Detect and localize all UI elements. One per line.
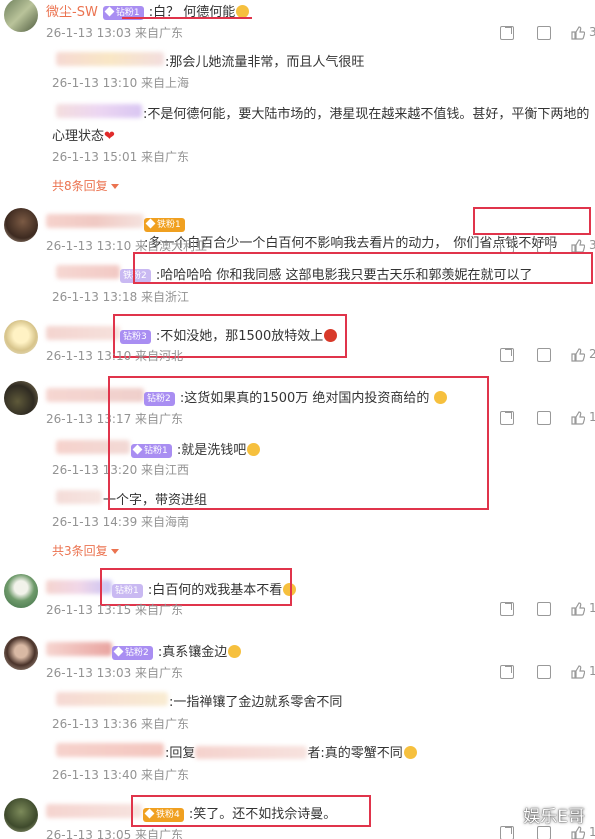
share-icon[interactable] [500, 348, 514, 362]
annotation-underline [122, 17, 252, 19]
comment-actions: 23 [500, 346, 595, 364]
fan-badge: 铁粉1 [144, 218, 185, 232]
username-blurred [56, 743, 164, 757]
username-blurred [46, 804, 142, 818]
annotation-box [133, 252, 593, 284]
like-count: 13 [589, 410, 595, 424]
reply-text: :那会儿她流量非常，而且人气很旺 [165, 55, 365, 70]
reply-meta: 26-1-13 13:36 来自广东 [52, 717, 190, 731]
iron-fan-icon [145, 218, 156, 229]
chevron-down-icon [110, 549, 119, 554]
like-count: 23 [589, 347, 595, 361]
comment-header: 钻粉2 :真系镶金边 [112, 641, 242, 660]
reply-icon[interactable] [537, 239, 551, 253]
reply-icon[interactable] [537, 26, 551, 40]
comment-meta: 26-1-13 13:03 来自广东 [46, 666, 184, 680]
avatar[interactable] [4, 798, 38, 832]
username-blurred [195, 746, 308, 759]
comment-actions: 1 [500, 600, 595, 618]
reply-icon[interactable] [537, 348, 551, 362]
avatar[interactable] [4, 574, 38, 608]
username-blurred [56, 692, 168, 706]
like-count: 39 [589, 25, 595, 39]
reply-text: :回复 者:真的零蟹不同 [165, 742, 417, 761]
like-count: 10 [589, 825, 595, 839]
reply-icon[interactable] [537, 826, 551, 839]
watermark: 娱乐E哥 [523, 807, 585, 827]
like-icon[interactable] [571, 411, 585, 425]
comment-actions: 13 [500, 409, 595, 427]
share-icon[interactable] [500, 26, 514, 40]
like-icon[interactable] [571, 348, 585, 362]
avatar[interactable] [4, 381, 38, 415]
share-icon[interactable] [500, 411, 514, 425]
reply-icon[interactable] [537, 411, 551, 425]
annotation-box [108, 376, 489, 510]
reply-meta: 26-1-13 13:18 来自浙江 [52, 290, 190, 304]
reply-text: :不是何德何能，要大陆市场的，港星现在越来越不值钱。甚好，平衡下两地的 [143, 107, 590, 122]
annotation-box [131, 795, 371, 827]
like-count: 1 [589, 601, 595, 615]
comment-meta: 26-1-13 13:05 来自广东 [46, 828, 184, 839]
diamond-icon [113, 646, 124, 657]
share-icon[interactable] [500, 826, 514, 839]
share-icon[interactable] [500, 602, 514, 616]
more-replies-link[interactable]: 共3条回复 [52, 542, 119, 559]
username[interactable]: 微尘-SW [46, 5, 98, 20]
like-icon[interactable] [571, 665, 585, 679]
username-blurred [56, 104, 142, 118]
reply-icon[interactable] [537, 602, 551, 616]
comment-actions: 1 [500, 663, 595, 681]
avatar[interactable] [4, 208, 38, 242]
emoji-icon [228, 645, 242, 658]
comment-text: :真系镶金边 [158, 645, 242, 660]
reply-meta: 26-1-13 14:39 来自海南 [52, 515, 190, 529]
reply-icon[interactable] [537, 665, 551, 679]
reply-text-line2: 心理状态❤ [52, 129, 115, 144]
comment-meta: 26-1-13 13:03 来自广东 [46, 26, 184, 40]
share-icon[interactable] [500, 665, 514, 679]
reply-meta: 26-1-13 15:01 来自广东 [52, 150, 190, 164]
fan-badge: 钻粉2 [112, 646, 153, 660]
avatar[interactable] [4, 320, 38, 354]
username-blurred [46, 326, 120, 340]
username-blurred [56, 490, 102, 504]
comment-meta: 26-1-13 13:10 来自河北 [46, 349, 184, 363]
share-icon[interactable] [500, 239, 514, 253]
comment-actions: 39 [500, 24, 595, 42]
like-count: 33 [589, 238, 595, 252]
like-icon[interactable] [571, 602, 585, 616]
username-blurred [46, 642, 112, 656]
chevron-down-icon [110, 184, 119, 189]
reply-meta: 26-1-13 13:40 来自广东 [52, 768, 190, 782]
like-icon[interactable] [571, 826, 585, 839]
comment-meta: 26-1-13 13:15 来自广东 [46, 603, 184, 617]
emoji-icon [403, 746, 417, 759]
username-blurred [56, 265, 120, 279]
more-replies-link[interactable]: 共8条回复 [52, 177, 119, 194]
like-icon[interactable] [571, 239, 585, 253]
heart-icon: ❤ [104, 129, 115, 144]
avatar[interactable] [4, 636, 38, 670]
reply-text: :一指禅镶了金边就系零舍不同 [169, 695, 343, 710]
like-count: 1 [589, 664, 595, 678]
diamond-icon [104, 6, 115, 17]
like-icon[interactable] [571, 26, 585, 40]
username-blurred [46, 214, 144, 228]
avatar[interactable] [4, 0, 38, 32]
username-blurred [56, 52, 164, 66]
annotation-box [473, 207, 591, 235]
reply-meta: 26-1-13 13:10 来自上海 [52, 76, 190, 90]
